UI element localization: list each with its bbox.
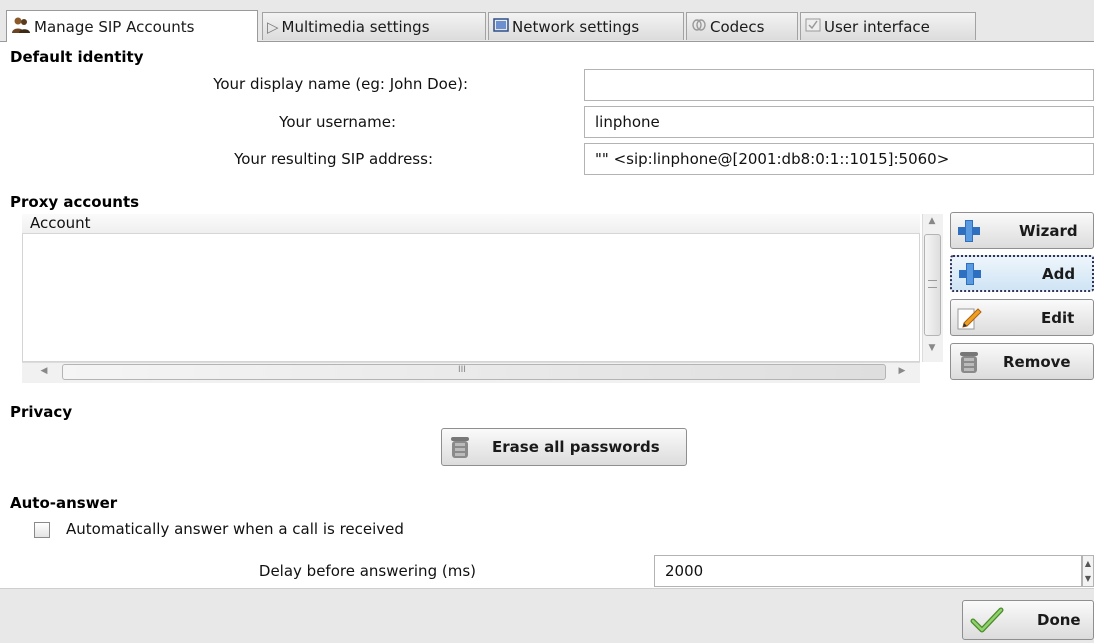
delay-input[interactable]: 2000 <box>654 555 1082 587</box>
auto-answer-checkbox[interactable] <box>34 522 50 538</box>
tab-label: Manage SIP Accounts <box>34 17 195 36</box>
tab-codecs[interactable]: Codecs <box>686 12 798 40</box>
edit-button[interactable]: Edit <box>950 299 1094 336</box>
tab-label: Codecs <box>710 17 765 36</box>
remove-label: Remove <box>1003 352 1071 371</box>
scroll-right-arrow[interactable]: ▶ <box>896 366 908 376</box>
network-icon <box>493 17 509 36</box>
trash-icon <box>442 434 478 460</box>
account-column-header[interactable]: Account <box>22 214 920 234</box>
default-identity-heading: Default identity <box>10 48 144 66</box>
tab-bar: Manage SIP Accounts ▷ Multimedia setting… <box>0 0 1094 42</box>
tab-label: Network settings <box>512 17 640 36</box>
plus-icon <box>951 218 987 244</box>
done-label: Done <box>1037 611 1081 629</box>
proxy-accounts-list[interactable] <box>22 214 920 362</box>
bottom-bar <box>0 588 1094 643</box>
pencil-icon <box>951 305 987 331</box>
display-name-label: Your display name (eg: John Doe): <box>213 75 468 93</box>
trash-icon <box>951 349 987 375</box>
delay-label: Delay before answering (ms) <box>258 562 476 580</box>
tab-label: Multimedia settings <box>281 17 430 36</box>
spin-up-icon[interactable]: ▲ <box>1083 556 1093 571</box>
tab-manage-sip-accounts[interactable]: Manage SIP Accounts <box>6 10 258 42</box>
username-field[interactable]: linphone <box>584 106 1094 138</box>
scroll-up-arrow[interactable]: ▲ <box>922 216 942 226</box>
checkmark-icon <box>963 606 1011 634</box>
done-button[interactable]: Done <box>962 600 1094 640</box>
auto-answer-label[interactable]: Automatically answer when a call is rece… <box>66 520 404 538</box>
sip-address-label: Your resulting SIP address: <box>234 150 433 168</box>
horizontal-scroll-thumb[interactable] <box>62 364 886 380</box>
erase-passwords-label: Erase all passwords <box>492 438 660 456</box>
tab-user-interface[interactable]: User interface <box>800 12 976 40</box>
add-button[interactable]: Add <box>950 255 1094 292</box>
scroll-left-arrow[interactable]: ◀ <box>38 366 50 376</box>
edit-label: Edit <box>1041 308 1075 327</box>
wizard-label: Wizard <box>1019 221 1078 240</box>
privacy-heading: Privacy <box>10 403 73 421</box>
proxy-accounts-heading: Proxy accounts <box>10 193 140 211</box>
ui-icon <box>805 18 821 36</box>
erase-passwords-button[interactable]: Erase all passwords <box>441 428 687 466</box>
auto-answer-heading: Auto-answer <box>10 494 118 512</box>
thumb-grip-icon: III <box>458 365 466 375</box>
spin-down-icon[interactable]: ▼ <box>1083 571 1093 586</box>
delay-spinner[interactable]: ▲ ▼ <box>1082 555 1094 587</box>
plus-icon <box>952 261 988 287</box>
wizard-button[interactable]: Wizard <box>950 212 1094 249</box>
tab-network-settings[interactable]: Network settings <box>488 12 684 40</box>
play-icon: ▷ <box>267 17 279 36</box>
scroll-down-arrow[interactable]: ▼ <box>922 343 942 353</box>
people-icon <box>11 16 31 38</box>
username-label: Your username: <box>279 113 396 131</box>
thumb-grip-icon <box>928 280 937 288</box>
codec-icon <box>691 18 707 36</box>
remove-button[interactable]: Remove <box>950 343 1094 380</box>
tab-multimedia-settings[interactable]: ▷ Multimedia settings <box>262 12 486 40</box>
add-label: Add <box>1042 264 1076 283</box>
tab-label: User interface <box>824 17 930 36</box>
display-name-field[interactable] <box>584 69 1094 101</box>
sip-address-field: "" <sip:linphone@[2001:db8:0:1::1015]:50… <box>584 143 1094 175</box>
